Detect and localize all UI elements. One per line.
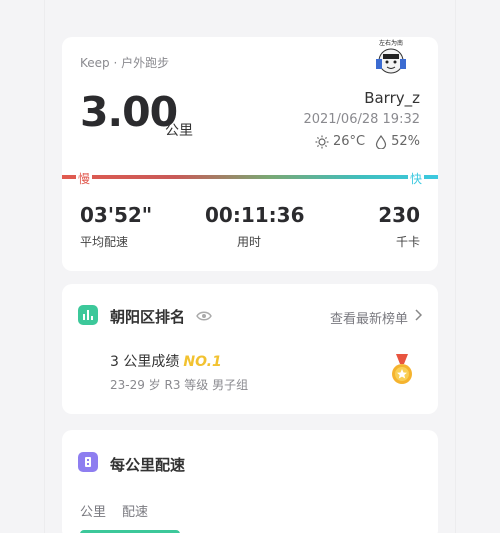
temperature: 26°C [332, 134, 366, 149]
stat-label: 用时 [237, 235, 262, 249]
ranking-group: 23-29 岁 R3 等级 男子组 [110, 378, 249, 392]
avatar[interactable]: 左右为南 [368, 37, 414, 77]
stat-label: 千卡 [395, 235, 420, 249]
eye-icon[interactable] [196, 310, 212, 322]
splits-icon [78, 452, 98, 472]
per-km-pace-card: 每公里配速 公里 配速 [62, 430, 438, 533]
district-ranking-card[interactable]: 朝阳区排名 查看最新榜单 3 公里成绩 NO.1 23-29 岁 R3 等级 男子… [62, 284, 438, 414]
droplet-icon [375, 134, 387, 149]
sun-icon [315, 135, 329, 148]
pace-gradient-bar [62, 175, 438, 179]
distance-value: 3.00 [80, 88, 178, 136]
activity-source: Keep · 户外跑步 [80, 56, 170, 70]
username[interactable]: Barry_z [364, 89, 420, 107]
run-datetime: 2021/06/28 19:32 [303, 112, 420, 127]
fast-label: 快 [407, 170, 424, 187]
chevron-right-icon[interactable] [414, 309, 422, 321]
weather-info: 26°C 52% [315, 134, 420, 149]
run-summary-card: Keep · 户外跑步 左右为南 3.00 公里 Barry_z 2021/06… [62, 37, 438, 271]
stat-calories: 230 千卡 [378, 203, 420, 250]
stat-value: 230 [378, 203, 420, 227]
stat-duration: 00:11:36 用时 [205, 203, 305, 250]
stat-average-pace: 03'52" 平均配速 [80, 203, 152, 250]
per-km-title: 每公里配速 [110, 456, 186, 474]
stat-label: 平均配速 [80, 235, 129, 249]
rank-badge: NO.1 [183, 354, 222, 370]
stat-value: 00:11:36 [205, 203, 305, 227]
ranking-result: 3 公里成绩 NO.1 [110, 351, 222, 371]
view-latest-leaderboard-link[interactable]: 查看最新榜单 [330, 308, 408, 327]
avatar-caption: 左右为南 [379, 39, 403, 47]
column-header-km: 公里 [80, 505, 107, 520]
column-header-pace: 配速 [122, 505, 149, 520]
humidity: 52% [391, 134, 420, 149]
result-label: 3 公里成绩 [110, 354, 180, 370]
medal-icon [392, 354, 412, 384]
slow-label: 慢 [76, 170, 93, 187]
bar-chart-icon [78, 305, 98, 325]
ranking-title: 朝阳区排名 [110, 308, 186, 326]
distance-unit: 公里 [165, 123, 193, 139]
stat-value: 03'52" [80, 203, 153, 227]
